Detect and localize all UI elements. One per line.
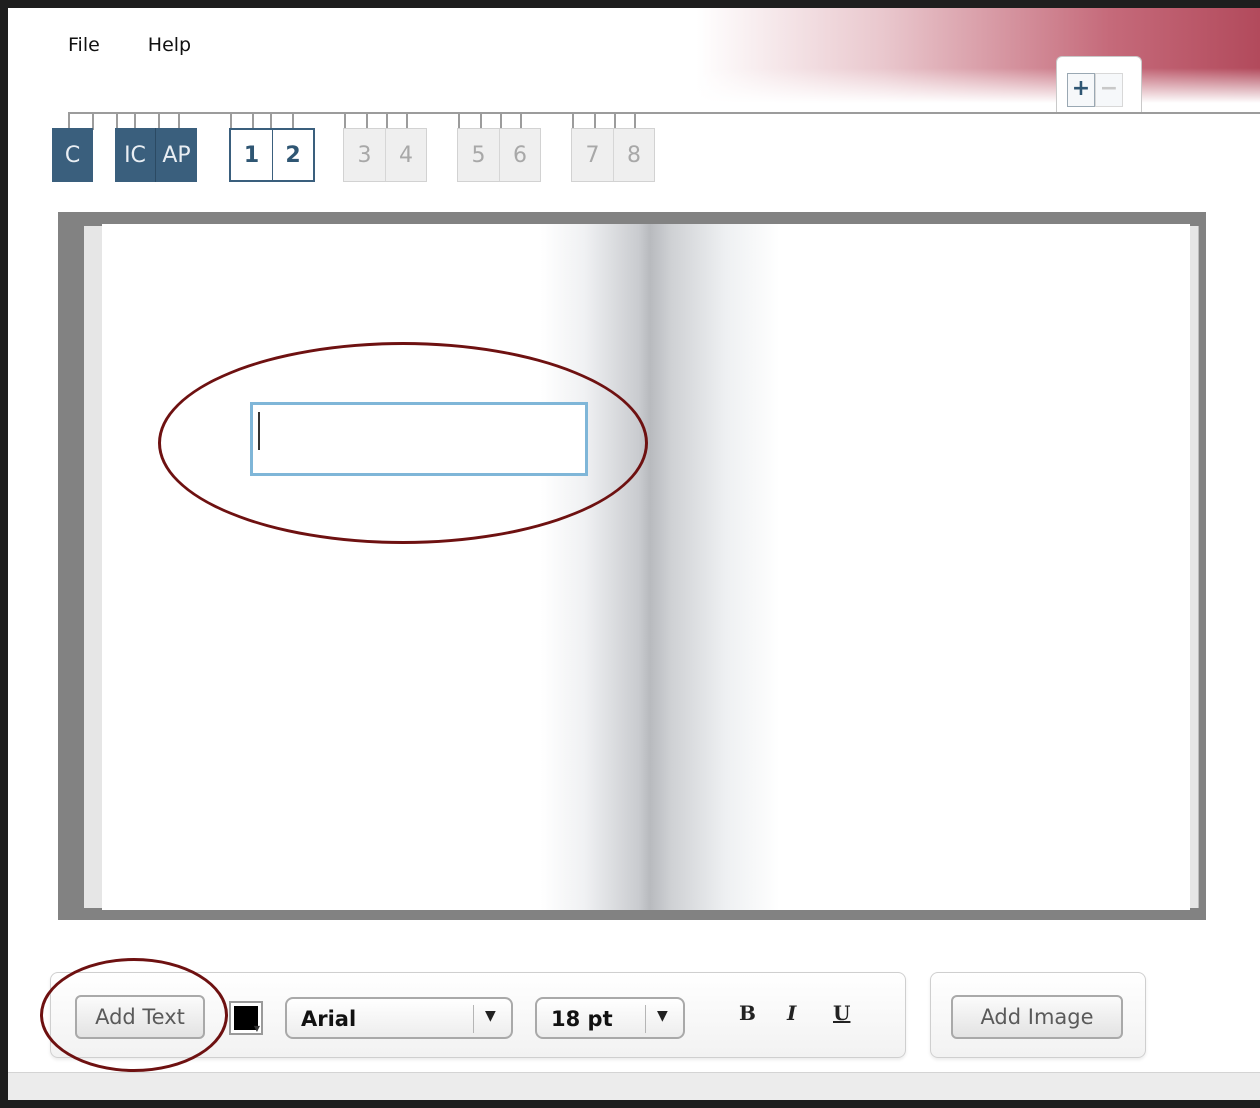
page-tools: + − [1056, 56, 1142, 113]
tab-page-8[interactable]: 8 [613, 129, 654, 181]
tab-inside-cover[interactable]: IC AP [115, 128, 197, 182]
font-size-select[interactable]: 18 pt ▼ [535, 997, 685, 1039]
tab-page-1[interactable]: 1 [231, 130, 272, 180]
text-toolbar: Add Text ▼ Arial ▼ 18 pt ▼ B I U [50, 972, 906, 1058]
font-select[interactable]: Arial ▼ [285, 997, 513, 1039]
tab-pages-1-2[interactable]: 1 2 [229, 128, 315, 182]
tab-pages-3-4[interactable]: 3 4 [343, 128, 427, 182]
dropdown-arrow-icon: ▼ [253, 1024, 260, 1033]
status-strip [8, 1072, 1260, 1100]
text-cursor [258, 412, 260, 450]
tab-page-4[interactable]: 4 [385, 129, 426, 181]
tabs-connector-line [68, 112, 1260, 114]
remove-page-button[interactable]: − [1095, 73, 1123, 107]
tab-page-5[interactable]: 5 [458, 129, 499, 181]
tab-pages-7-8[interactable]: 7 8 [571, 128, 655, 182]
add-image-button[interactable]: Add Image [951, 995, 1123, 1039]
tab-ap-label[interactable]: AP [156, 128, 197, 182]
menu-file[interactable]: File [56, 32, 112, 58]
add-page-button[interactable]: + [1067, 73, 1095, 107]
right-page[interactable] [650, 224, 1190, 910]
italic-button[interactable]: I [787, 1001, 796, 1025]
select-separator [473, 1005, 474, 1033]
tab-pages-5-6[interactable]: 5 6 [457, 128, 541, 182]
color-picker[interactable]: ▼ [229, 1001, 263, 1035]
chevron-down-icon: ▼ [657, 1008, 668, 1024]
menu-bar: File Help [56, 32, 203, 58]
font-select-value: Arial [301, 1007, 357, 1031]
tab-ic-label[interactable]: IC [115, 128, 156, 182]
add-text-button[interactable]: Add Text [75, 995, 205, 1039]
app-window: File Help + − C IC AP 1 2 3 4 5 6 7 8 Ad… [8, 8, 1260, 1100]
tab-page-2[interactable]: 2 [272, 130, 313, 180]
tab-cover[interactable]: C [52, 128, 93, 182]
tab-page-7[interactable]: 7 [572, 129, 613, 181]
underline-button[interactable]: U [833, 1001, 850, 1025]
menu-help[interactable]: Help [136, 32, 203, 58]
plus-icon: + [1071, 76, 1091, 101]
tab-page-3[interactable]: 3 [344, 129, 385, 181]
left-page[interactable] [102, 224, 650, 910]
image-toolbar: Add Image [930, 972, 1146, 1058]
minus-icon: − [1099, 76, 1119, 101]
book-canvas [58, 212, 1206, 920]
text-box-input[interactable] [250, 402, 588, 476]
page-edge [1190, 226, 1199, 908]
font-size-value: 18 pt [551, 1007, 613, 1031]
chevron-down-icon: ▼ [485, 1008, 496, 1024]
bold-button[interactable]: B [739, 1001, 756, 1025]
tab-cover-label: C [52, 128, 93, 182]
select-separator [645, 1005, 646, 1033]
tab-page-6[interactable]: 6 [499, 129, 540, 181]
